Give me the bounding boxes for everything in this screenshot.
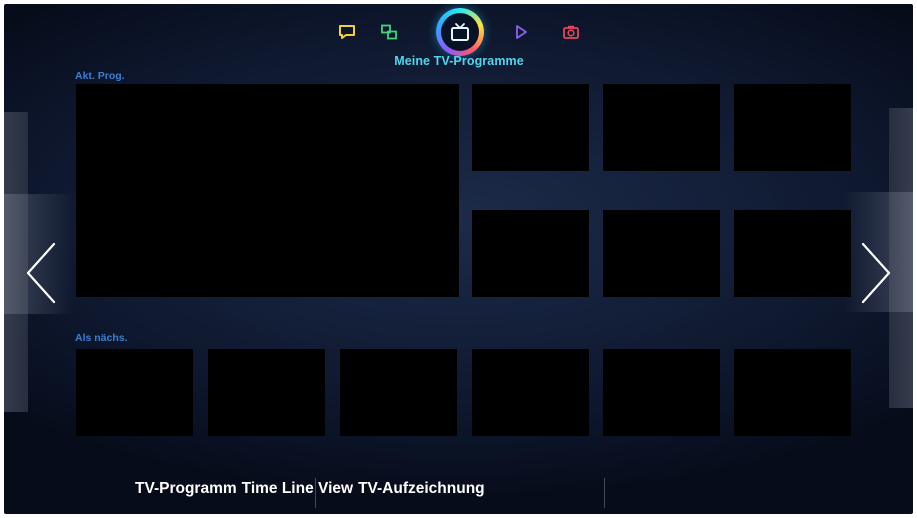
channel-tile[interactable] (734, 210, 851, 297)
channel-tile[interactable] (734, 84, 851, 171)
next-program-tile[interactable] (76, 349, 193, 436)
panel-title: Meine TV-Programme (394, 54, 524, 68)
tv-icon[interactable] (436, 8, 484, 56)
menu-item-time-line-view[interactable]: Time Line View (242, 480, 353, 498)
social-icon[interactable] (335, 20, 359, 44)
menu-item-tv-aufzeichnung[interactable]: TV-Aufzeichnung (358, 480, 485, 498)
play-icon[interactable] (509, 20, 533, 44)
channel-tile[interactable] (472, 84, 589, 171)
section-label-next: Als nächs. (75, 332, 128, 344)
chevron-right-icon[interactable] (855, 238, 895, 308)
next-program-tile[interactable] (603, 349, 720, 436)
multiscreen-icon[interactable] (377, 20, 401, 44)
section-label-now: Akt. Prog. (75, 70, 125, 82)
channel-tile[interactable] (472, 210, 589, 297)
camera-icon[interactable] (559, 20, 583, 44)
current-program-tile[interactable] (76, 84, 459, 297)
channel-tile[interactable] (603, 84, 720, 171)
next-program-tile[interactable] (208, 349, 325, 436)
chevron-left-icon[interactable] (22, 238, 62, 308)
smart-hub-screen: Meine TV-Programme Akt. Prog. Als nächs.… (4, 4, 913, 514)
menu-separator (604, 478, 605, 508)
next-program-tile[interactable] (472, 349, 589, 436)
next-program-tile[interactable] (734, 349, 851, 436)
bottom-menu: TV-Programm Time Line View TV-Aufzeichnu… (135, 480, 485, 498)
menu-item-tv-programm[interactable]: TV-Programm (135, 480, 237, 498)
channel-tile[interactable] (603, 210, 720, 297)
next-program-tile[interactable] (340, 349, 457, 436)
